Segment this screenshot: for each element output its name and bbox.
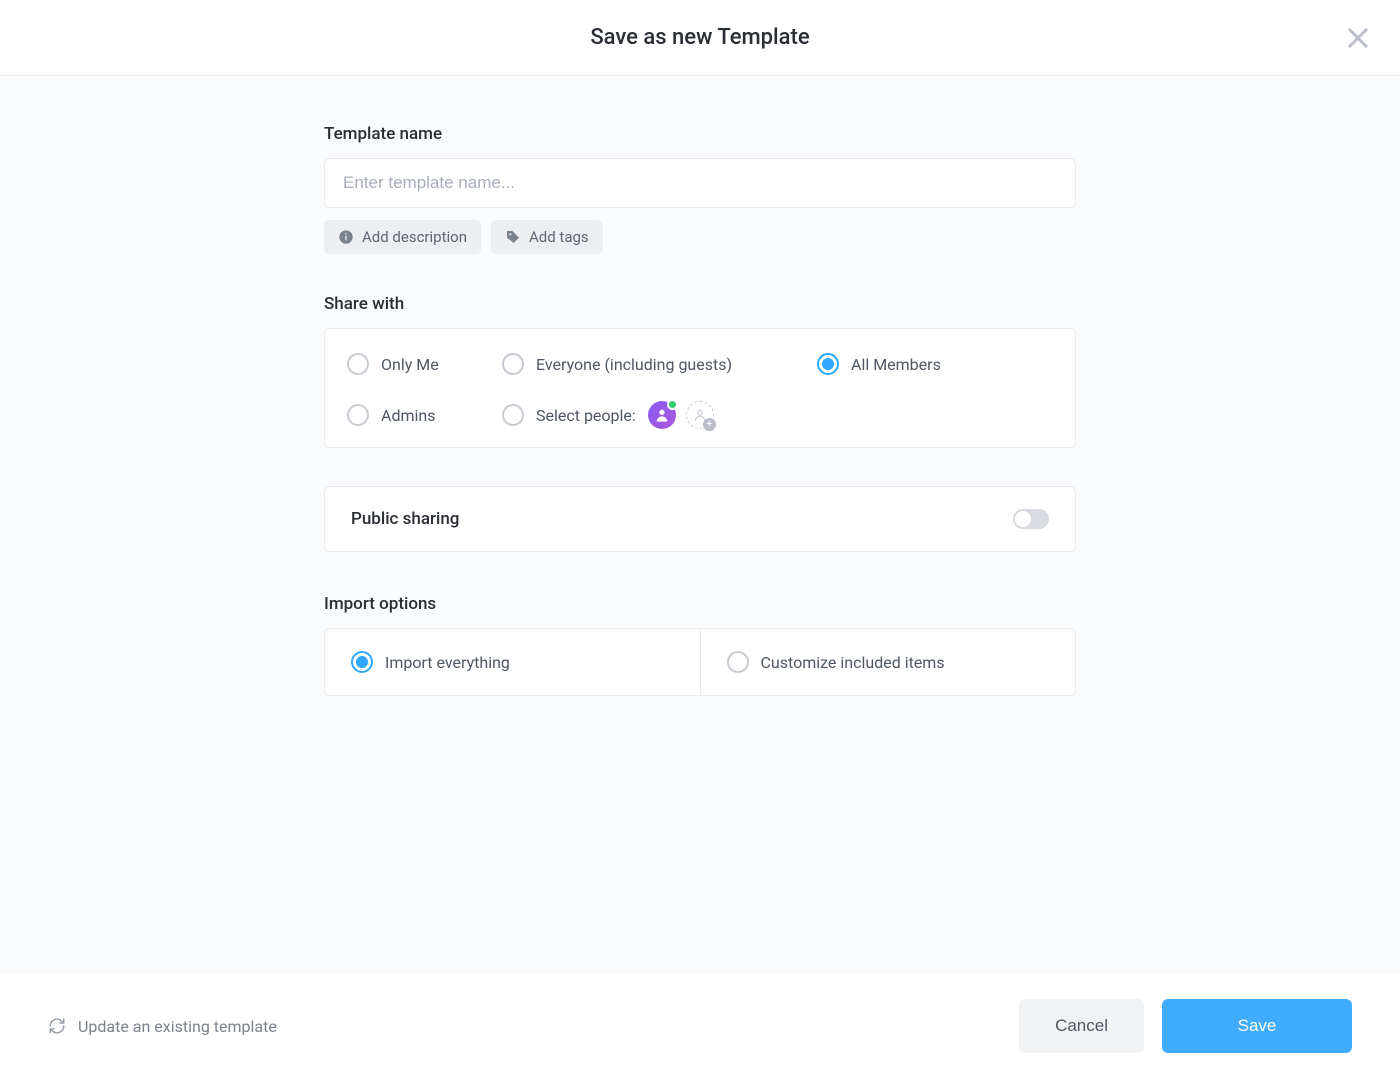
tag-icon xyxy=(505,229,521,245)
save-button[interactable]: Save xyxy=(1162,999,1352,1053)
radio-label: Only Me xyxy=(381,355,439,374)
radio-icon xyxy=(347,404,369,426)
radio-label: Admins xyxy=(381,406,435,425)
share-option-select-people[interactable]: Select people: + xyxy=(494,401,809,429)
dialog-header: Save as new Template xyxy=(0,0,1400,76)
import-option-everything[interactable]: Import everything xyxy=(325,629,701,695)
add-tags-label: Add tags xyxy=(529,228,589,246)
radio-icon xyxy=(727,651,749,673)
add-description-button[interactable]: Add description xyxy=(324,220,481,254)
radio-icon xyxy=(817,353,839,375)
close-button[interactable] xyxy=(1344,24,1372,52)
share-with-label: Share with xyxy=(324,294,1076,314)
public-sharing-label: Public sharing xyxy=(351,509,459,529)
radio-icon xyxy=(351,651,373,673)
share-option-all-members[interactable]: All Members xyxy=(809,353,1061,375)
add-person-button[interactable]: + xyxy=(686,401,714,429)
avatar[interactable] xyxy=(648,401,676,429)
share-with-panel: Only Me Everyone (including guests) All … xyxy=(324,328,1076,448)
radio-label: Select people: xyxy=(536,406,636,425)
info-icon xyxy=(338,229,354,245)
public-sharing-panel: Public sharing xyxy=(324,486,1076,552)
cancel-label: Cancel xyxy=(1055,1016,1108,1036)
cancel-button[interactable]: Cancel xyxy=(1019,999,1144,1053)
public-sharing-toggle[interactable] xyxy=(1013,509,1049,529)
update-existing-template-link[interactable]: Update an existing template xyxy=(48,1017,277,1036)
share-option-admins[interactable]: Admins xyxy=(339,404,494,426)
radio-icon xyxy=(347,353,369,375)
update-existing-template-label: Update an existing template xyxy=(78,1017,277,1036)
add-description-label: Add description xyxy=(362,228,467,246)
dialog-body: Template name Add description Add tags S… xyxy=(0,76,1400,974)
radio-label: Import everything xyxy=(385,653,510,672)
toggle-knob xyxy=(1015,511,1031,527)
share-option-only-me[interactable]: Only Me xyxy=(339,353,494,375)
person-icon xyxy=(654,407,670,423)
save-label: Save xyxy=(1238,1016,1277,1036)
import-option-customize[interactable]: Customize included items xyxy=(701,629,1076,695)
share-option-everyone[interactable]: Everyone (including guests) xyxy=(494,353,809,375)
import-options-panel: Import everything Customize included ite… xyxy=(324,628,1076,696)
import-options-label: Import options xyxy=(324,594,1076,614)
radio-label: Customize included items xyxy=(761,653,945,672)
add-tags-button[interactable]: Add tags xyxy=(491,220,603,254)
plus-icon: + xyxy=(703,418,716,431)
template-name-label: Template name xyxy=(324,124,1076,144)
template-name-input[interactable] xyxy=(324,158,1076,208)
dialog-footer: Update an existing template Cancel Save xyxy=(0,974,1400,1078)
radio-icon xyxy=(502,353,524,375)
radio-icon xyxy=(502,404,524,426)
refresh-icon xyxy=(48,1017,66,1035)
close-icon xyxy=(1344,24,1372,52)
radio-label: Everyone (including guests) xyxy=(536,355,732,374)
dialog-title: Save as new Template xyxy=(590,25,809,50)
radio-label: All Members xyxy=(851,355,941,374)
presence-indicator xyxy=(667,399,678,410)
